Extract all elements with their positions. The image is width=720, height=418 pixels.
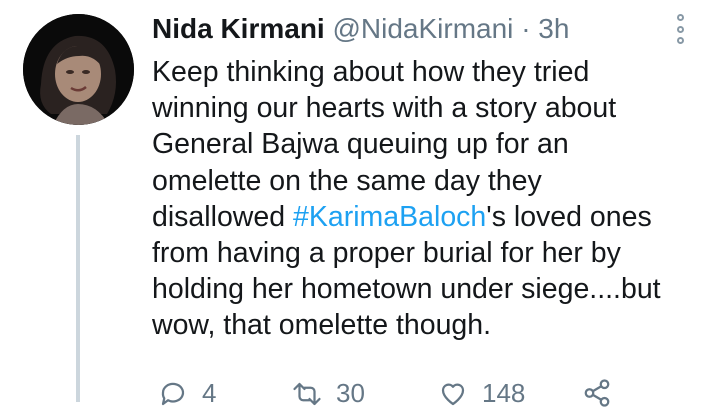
author-name[interactable]: Nida Kirmani xyxy=(152,13,325,44)
author-handle[interactable]: @NidaKirmani xyxy=(332,13,513,44)
tweet-text-line: winning our hearts with a story about xyxy=(152,92,617,125)
tweet-header: Nida Kirmani @NidaKirmani · 3h xyxy=(152,12,569,46)
share-icon xyxy=(584,379,610,407)
tweet-text-line: wow, that omelette though. xyxy=(152,309,492,342)
tweet-text-line: disallowed #KarimaBaloch's loved ones xyxy=(152,199,712,235)
tweet-text-line: from having a proper burial for her by xyxy=(152,237,621,270)
separator-dot: · xyxy=(521,13,531,44)
heart-icon xyxy=(441,383,465,405)
timestamp[interactable]: 3h xyxy=(538,13,569,44)
retweet-button[interactable]: 30 xyxy=(292,378,365,409)
tweet-text-line: holding her hometown under siege....but xyxy=(152,273,661,306)
reply-icon xyxy=(161,382,185,405)
thread-connector-line xyxy=(76,135,80,402)
reply-button[interactable]: 4 xyxy=(158,378,216,409)
tweet-text: Keep thinking about how they tried winni… xyxy=(152,54,712,344)
tweet-text-line: General Bajwa queuing up for an xyxy=(152,128,569,161)
action-bar: 4 30 148 xyxy=(150,378,630,418)
retweet-icon xyxy=(293,382,321,405)
avatar[interactable] xyxy=(23,14,134,125)
text-fragment: 's loved ones xyxy=(486,200,652,233)
tweet[interactable]: Nida Kirmani @NidaKirmani · 3h Keep thin… xyxy=(0,0,720,408)
share-button[interactable] xyxy=(582,378,612,408)
like-button[interactable]: 148 xyxy=(438,378,525,409)
avatar-photo xyxy=(23,14,134,125)
text-fragment: disallowed xyxy=(152,200,293,233)
tweet-text-line: omelette on the same day they xyxy=(152,164,542,197)
tweet-text-line: Keep thinking about how they tried xyxy=(152,56,590,88)
more-options-icon[interactable] xyxy=(673,14,687,44)
reply-count: 4 xyxy=(202,378,217,408)
hashtag-link[interactable]: #KarimaBaloch xyxy=(293,201,486,233)
retweet-count: 30 xyxy=(336,378,365,408)
like-count: 148 xyxy=(482,378,526,408)
